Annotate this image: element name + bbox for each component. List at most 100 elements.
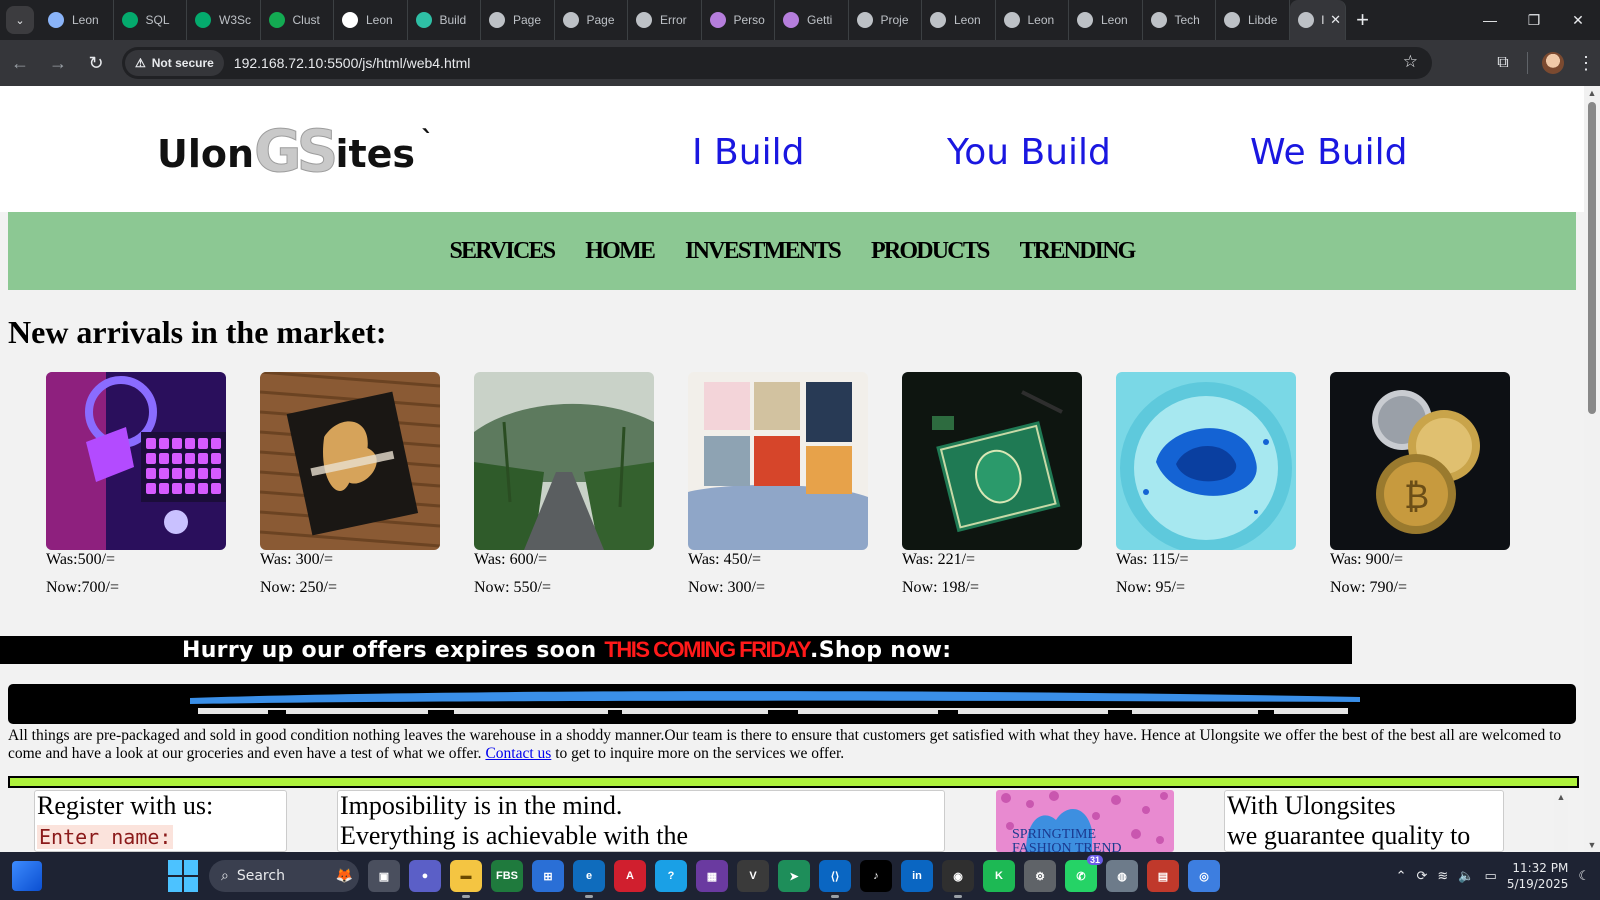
widgets-icon[interactable] bbox=[12, 861, 42, 891]
taskbar-search[interactable]: ⌕ Search 🦊 bbox=[209, 860, 359, 892]
edge-icon[interactable]: e bbox=[573, 860, 605, 898]
globe-icon bbox=[1297, 12, 1314, 28]
scrollbar-thumb[interactable] bbox=[1588, 102, 1596, 414]
tab-9[interactable]: Perso bbox=[702, 0, 775, 40]
v-app-icon[interactable]: V bbox=[737, 860, 769, 892]
page-scrollbar[interactable]: ▲ ▼ bbox=[1584, 86, 1600, 852]
sync-icon[interactable]: ⟳ bbox=[1417, 869, 1428, 884]
guarantee-line-2: we guarantee quality to our bbox=[1227, 821, 1471, 850]
blue-ink-photo[interactable] bbox=[1116, 372, 1296, 550]
palm-road-photo[interactable] bbox=[474, 372, 654, 550]
pdf-app-icon[interactable]: ▤ bbox=[1147, 860, 1179, 892]
tab-6[interactable]: Page bbox=[481, 0, 555, 40]
task-view-icon[interactable]: ▣ bbox=[368, 860, 400, 892]
quote-line-1: Imposibility is in the mind. bbox=[340, 791, 623, 820]
tiles-app-icon[interactable]: ▦ bbox=[696, 860, 728, 892]
globe-app-icon[interactable]: ◍ bbox=[1106, 860, 1138, 892]
store-icon[interactable]: ⊞ bbox=[532, 860, 564, 892]
tab-active[interactable]: l ✕ bbox=[1289, 0, 1346, 40]
menu-kebab-icon[interactable]: ⋮ bbox=[1572, 53, 1600, 74]
tab-title: Leon bbox=[1027, 13, 1055, 27]
tab-16[interactable]: Libde bbox=[1216, 0, 1290, 40]
scroll-up-arrow-icon[interactable]: ▲ bbox=[1554, 790, 1568, 804]
autocad-icon[interactable]: A bbox=[614, 860, 646, 892]
arrow-app-icon[interactable]: ➤ bbox=[778, 860, 810, 892]
main-nav: SERVICES HOME INVESTMENTS PRODUCTS TREND… bbox=[8, 212, 1576, 290]
inner-scrollbar[interactable]: ▲ bbox=[1554, 790, 1568, 852]
settings-icon[interactable]: ⚙ bbox=[1024, 860, 1056, 892]
tab-14[interactable]: Leon bbox=[1069, 0, 1143, 40]
extensions-puzzle-icon[interactable]: ⧉ bbox=[1485, 54, 1521, 72]
tab-7[interactable]: Page bbox=[555, 0, 628, 40]
tab-11[interactable]: Proje bbox=[849, 0, 922, 40]
nav-home[interactable]: HOME bbox=[585, 238, 656, 265]
help-icon[interactable]: ? bbox=[655, 860, 687, 892]
nav-services[interactable]: SERVICES bbox=[449, 238, 556, 265]
site-info-button[interactable]: ⚠ Not secure bbox=[125, 50, 224, 76]
volume-icon[interactable]: 🔈 bbox=[1458, 869, 1474, 884]
tab-1[interactable]: SQL bbox=[114, 0, 187, 40]
contact-us-link[interactable]: Contact us bbox=[485, 745, 551, 762]
linkedin-icon[interactable]: in bbox=[901, 860, 933, 892]
promo-text: SPRINGTIME FASHION TREND bbox=[1012, 827, 1122, 853]
tab-5[interactable]: Build bbox=[408, 0, 481, 40]
nav-trending[interactable]: TRENDING bbox=[1020, 238, 1137, 265]
bookmark-star-icon[interactable]: ☆ bbox=[1403, 52, 1418, 72]
crypto-coins-photo[interactable]: ₿ bbox=[1330, 372, 1510, 550]
tagline-we-build: We Build bbox=[1250, 132, 1408, 173]
tab-title: Page bbox=[513, 13, 542, 27]
windows-start-icon[interactable] bbox=[168, 860, 200, 892]
whatsapp-icon[interactable]: ✆ 31 bbox=[1065, 855, 1103, 892]
tab-4[interactable]: Leon bbox=[334, 0, 408, 40]
toolbar-actions: ⧉ ⋮ bbox=[1485, 40, 1600, 86]
new-tab-button[interactable]: + bbox=[1346, 0, 1380, 40]
forward-button[interactable]: → bbox=[40, 45, 76, 81]
close-window-icon[interactable]: ✕ bbox=[1556, 0, 1600, 40]
tab-15[interactable]: Tech bbox=[1143, 0, 1216, 40]
close-tab-icon[interactable]: ✕ bbox=[1330, 12, 1341, 28]
moon-icon[interactable]: ☾ bbox=[1578, 869, 1590, 884]
address-bar[interactable]: ⚠ Not secure 192.168.72.10:5500/js/html/… bbox=[122, 47, 1432, 79]
tab-3[interactable]: Clust bbox=[261, 0, 334, 40]
fbs-app-icon[interactable]: FBS bbox=[491, 860, 523, 892]
old-price: Was: 300/= bbox=[260, 551, 334, 568]
wifi-icon[interactable]: ≋ bbox=[1437, 869, 1448, 884]
tab-2[interactable]: W3Sc bbox=[187, 0, 261, 40]
profile-avatar[interactable] bbox=[1542, 52, 1564, 74]
restore-icon[interactable]: ❐ bbox=[1512, 0, 1556, 40]
books-collection-photo[interactable] bbox=[688, 372, 868, 550]
tab-13[interactable]: Leon bbox=[996, 0, 1069, 40]
clock[interactable]: 11:32 PM 5/19/2025 bbox=[1507, 860, 1569, 892]
sculpture-book-photo[interactable] bbox=[260, 372, 440, 550]
gaming-desk-photo[interactable] bbox=[46, 372, 226, 550]
svg-text:₿: ₿ bbox=[1404, 477, 1429, 517]
teams-icon[interactable]: ● bbox=[409, 860, 441, 892]
tab-10[interactable]: Getti bbox=[775, 0, 849, 40]
file-explorer-icon[interactable]: ▬ bbox=[450, 860, 482, 898]
tab-8[interactable]: Error bbox=[628, 0, 702, 40]
site-header: Ulon GS ites ` I Build You Build We Buil… bbox=[0, 86, 1584, 212]
minimize-icon[interactable]: — bbox=[1468, 0, 1512, 40]
chevron-up-icon[interactable]: ⌃ bbox=[1396, 869, 1407, 884]
reload-button[interactable]: ↻ bbox=[78, 45, 114, 81]
tiktok-icon[interactable]: ♪ bbox=[860, 860, 892, 892]
vscode-icon[interactable]: ⟨⟩ bbox=[819, 860, 851, 898]
green-book-photo[interactable] bbox=[902, 372, 1082, 550]
scroll-up-icon[interactable]: ▲ bbox=[1584, 88, 1600, 98]
site-logo[interactable]: Ulon GS ites ` bbox=[157, 122, 434, 181]
tab-0[interactable]: Leon bbox=[40, 0, 114, 40]
url-text[interactable]: 192.168.72.10:5500/js/html/web4.html bbox=[234, 55, 471, 71]
battery-icon[interactable]: ▭ bbox=[1485, 869, 1497, 884]
tab-12[interactable]: Leon bbox=[922, 0, 996, 40]
tab-title: Error bbox=[660, 13, 687, 27]
scroll-down-icon[interactable]: ▼ bbox=[1584, 840, 1600, 850]
tab-search-icon[interactable]: ⌄ bbox=[6, 6, 34, 34]
chrome-icon[interactable]: ◉ bbox=[942, 860, 974, 898]
kotlin-app-icon[interactable]: K bbox=[983, 860, 1015, 892]
w3schools-icon bbox=[121, 12, 138, 28]
nav-products[interactable]: PRODUCTS bbox=[871, 238, 990, 265]
nav-investments[interactable]: INVESTMENTS bbox=[685, 238, 842, 265]
back-button[interactable]: ← bbox=[2, 45, 38, 81]
network-app-icon[interactable]: ◎ bbox=[1188, 860, 1220, 892]
promo-image[interactable]: SPRINGTIME FASHION TREND bbox=[996, 790, 1174, 852]
